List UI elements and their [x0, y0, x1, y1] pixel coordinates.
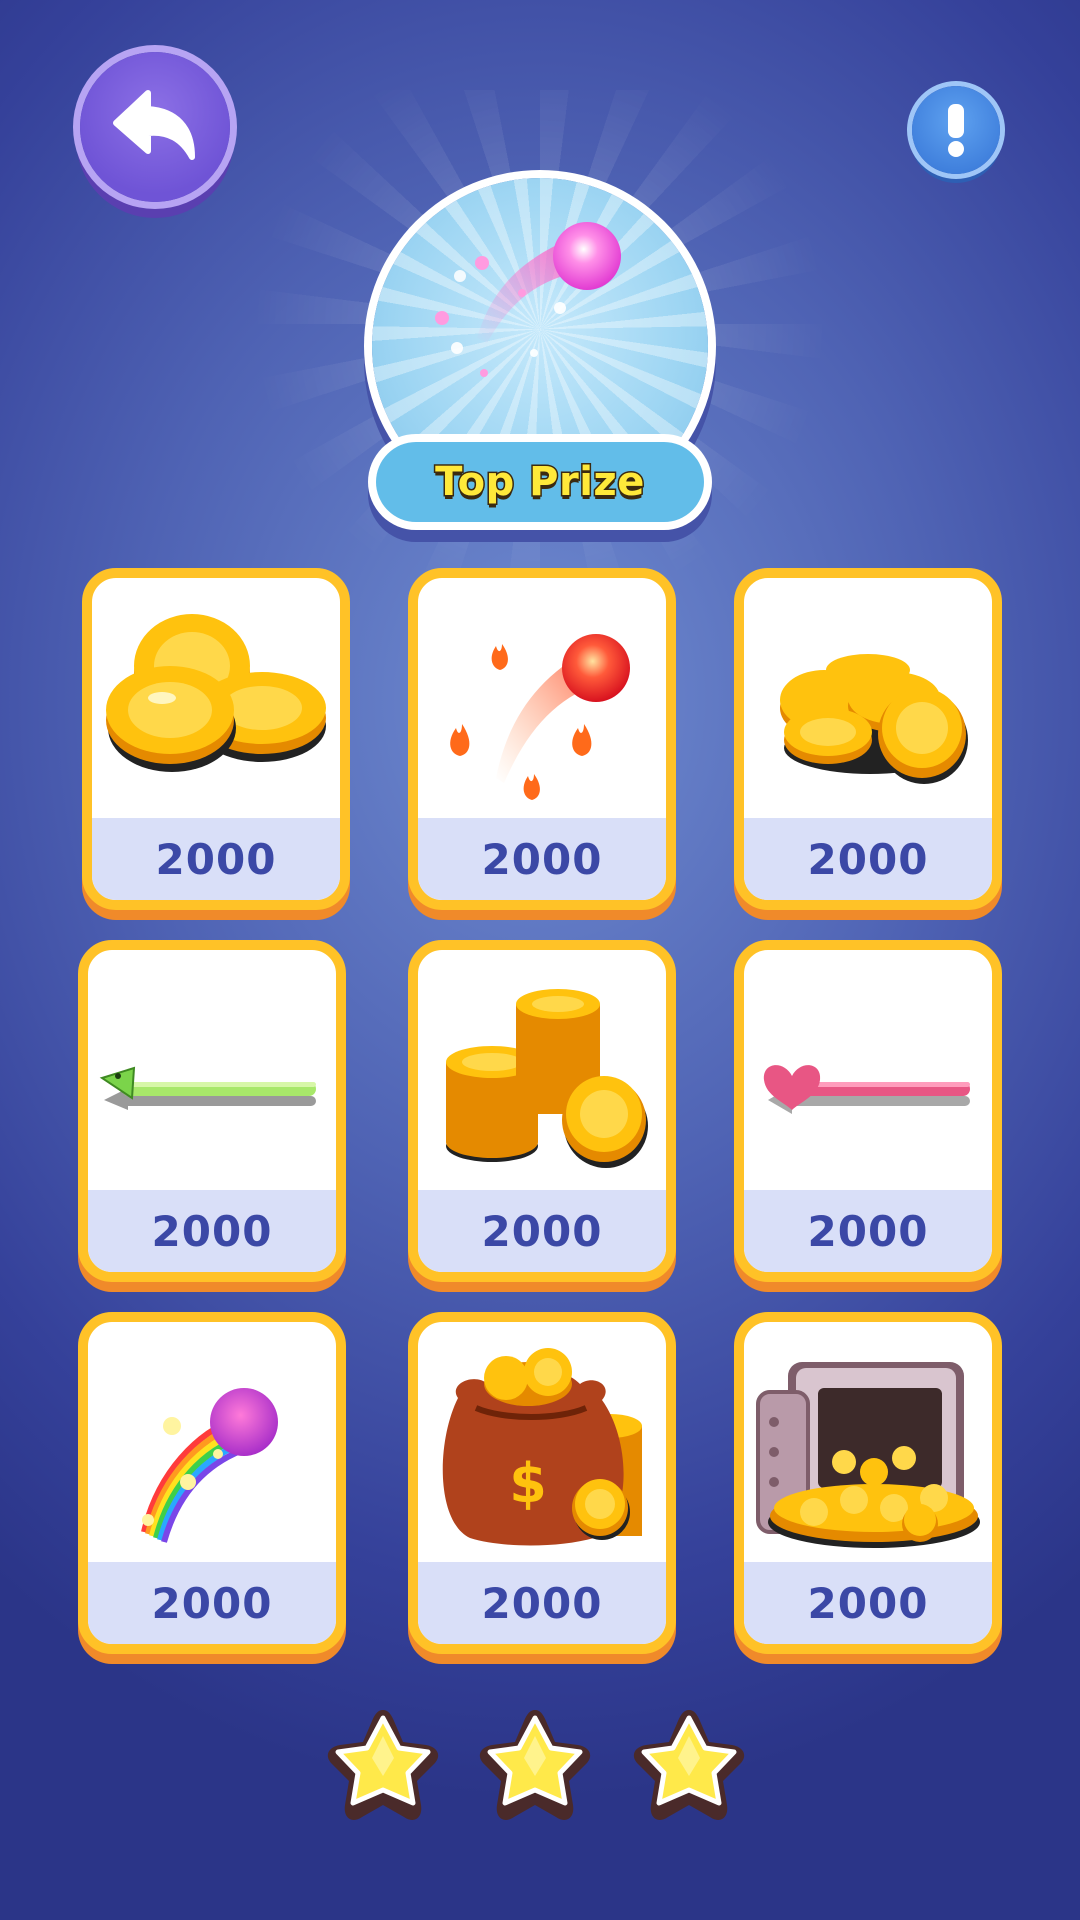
price-label: 2000	[481, 834, 603, 884]
price-label: 2000	[481, 1578, 603, 1628]
price-bar: 2000	[418, 1562, 666, 1644]
coin-stacks-icon	[446, 989, 648, 1168]
prize-card-treasure-vault[interactable]: 2000	[734, 1312, 1002, 1654]
treasure-vault-icon	[756, 1362, 980, 1548]
rainbow-comet-icon	[141, 1388, 278, 1543]
prize-card-fire-comet[interactable]: 2000	[408, 568, 676, 910]
back-arrow-icon	[113, 90, 195, 160]
price-bar: 2000	[418, 818, 666, 900]
prize-card-green-snake-stick[interactable]: 2000	[78, 940, 346, 1282]
gold-coins-icon	[106, 614, 326, 772]
info-button[interactable]	[912, 86, 1000, 174]
price-label: 2000	[151, 1578, 273, 1628]
price-bar: 2000	[88, 1562, 336, 1644]
prize-card-money-bag[interactable]: $ 2000	[408, 1312, 676, 1654]
svg-text:$: $	[509, 1452, 547, 1515]
coin-pile-icon	[780, 654, 968, 784]
price-label: 2000	[155, 834, 277, 884]
prize-card-gold-coin-stacks[interactable]: 2000	[408, 940, 676, 1282]
prize-card-rainbow-comet[interactable]: 2000	[78, 1312, 346, 1654]
prize-card-gold-coin-pile[interactable]: 2000	[734, 568, 1002, 910]
price-label: 2000	[807, 834, 929, 884]
price-bar: 2000	[744, 1190, 992, 1272]
back-button[interactable]	[80, 52, 230, 202]
price-label: 2000	[807, 1206, 929, 1256]
price-label: 2000	[151, 1206, 273, 1256]
star-icon	[479, 1710, 591, 1820]
price-bar: 2000	[418, 1190, 666, 1272]
price-label: 2000	[807, 1578, 929, 1628]
fire-comet-icon	[450, 634, 630, 800]
prize-card-gold-coins-small[interactable]: 2000	[82, 568, 350, 910]
snake-stick-icon	[99, 1066, 316, 1110]
price-bar: 2000	[744, 1562, 992, 1644]
exclamation-icon	[948, 104, 964, 157]
money-bag-icon: $	[442, 1348, 642, 1546]
price-label: 2000	[481, 1206, 603, 1256]
heart-stick-icon	[763, 1065, 970, 1114]
star-icon	[327, 1710, 439, 1820]
star-icon	[633, 1710, 745, 1820]
price-bar: 2000	[744, 818, 992, 900]
price-bar: 2000	[88, 1190, 336, 1272]
price-bar: 2000	[92, 818, 340, 900]
top-prize-text: Top Prize	[434, 458, 646, 507]
prize-card-pink-heart-stick[interactable]: 2000	[734, 940, 1002, 1282]
top-prize-label: Top Prize	[376, 442, 704, 522]
